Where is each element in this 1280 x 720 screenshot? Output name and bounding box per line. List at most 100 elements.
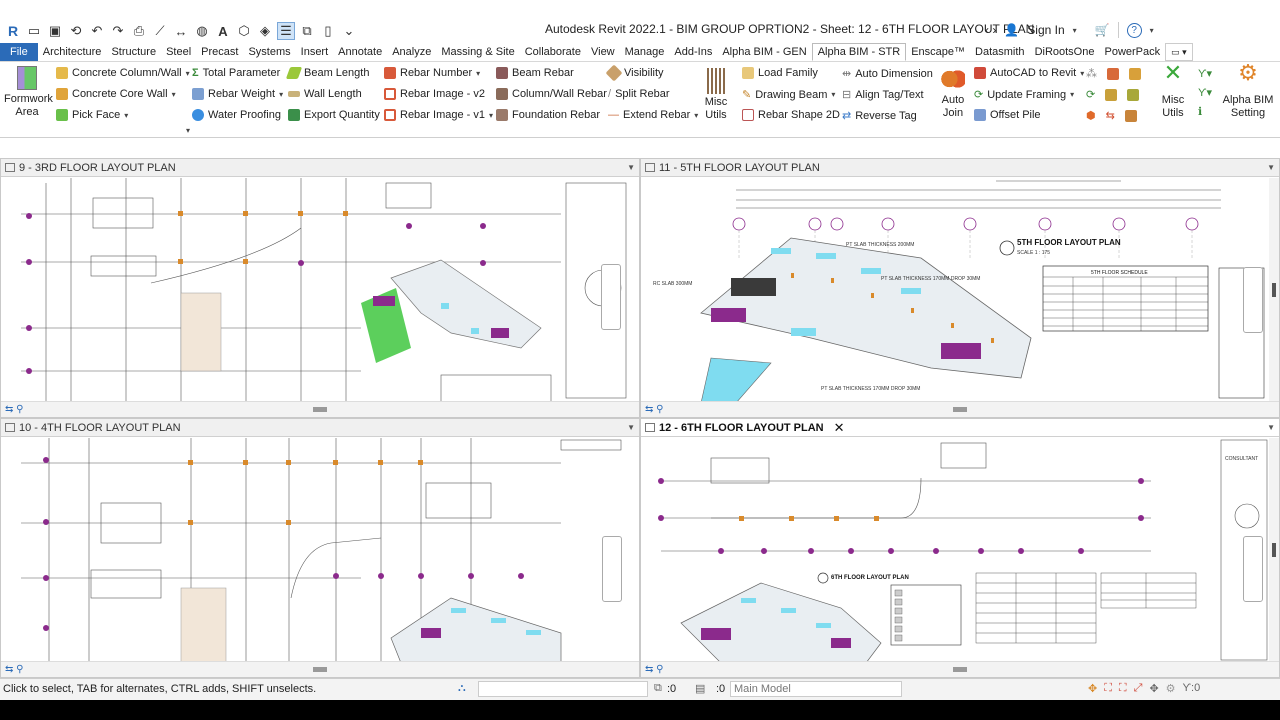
select-links-icon[interactable]: ✥ xyxy=(1088,682,1097,695)
view-control-icon[interactable]: ⇆ ⚲ xyxy=(5,664,23,675)
view-tab-5th-floor[interactable]: 11 - 5TH FLOOR LAYOUT PLAN ▼ xyxy=(641,159,1279,177)
ribbon-options-icon[interactable]: ▭ ▾ xyxy=(1165,43,1193,61)
sync-icon[interactable]: ⟲ xyxy=(67,22,85,40)
tab-alpha-bim-gen[interactable]: Alpha BIM - GEN xyxy=(717,43,811,61)
background-process-icon[interactable]: ⚙ xyxy=(1166,682,1176,695)
close-hidden-icon[interactable]: ▯ xyxy=(319,22,337,40)
beam-rebar-button[interactable]: Beam Rebar xyxy=(496,67,574,79)
user-icon[interactable]: 👤 xyxy=(1004,23,1019,37)
save-icon[interactable]: ▣ xyxy=(46,22,64,40)
visibility-button[interactable]: Visibility xyxy=(605,64,664,82)
foundation-rebar-button[interactable]: Foundation Rebar xyxy=(496,109,600,121)
view-menu-icon[interactable]: ▼ xyxy=(1267,423,1275,432)
export-quantity-button[interactable]: Export Quantity xyxy=(288,109,380,121)
tab-alpha-bim-str[interactable]: Alpha BIM - STR xyxy=(811,43,907,61)
select-pinned-icon[interactable]: ⛶ xyxy=(1119,682,1127,695)
editable-only-icon[interactable]: ⧉ xyxy=(654,682,662,695)
rebar-number-button[interactable]: Rebar Number ▾ xyxy=(384,67,480,79)
autocad-to-revit-button[interactable]: AutoCAD to Revit ▾ xyxy=(974,67,1084,79)
open-icon[interactable]: ▭ xyxy=(25,22,43,40)
view-control-icon[interactable]: ⇆ ⚲ xyxy=(645,664,663,675)
drawing-canvas-5th[interactable]: 5TH FLOOR LAYOUT PLAN SCALE 1 : 175 PT S… xyxy=(641,178,1279,404)
drawing-canvas-6th[interactable]: 6TH FLOOR LAYOUT PLAN CONSULTANT xyxy=(641,438,1279,664)
tab-powerpack[interactable]: PowerPack xyxy=(1099,43,1165,61)
viewport-3rd-floor[interactable]: 9 - 3RD FLOOR LAYOUT PLAN ▼ ⇆ ⚲ xyxy=(0,158,640,418)
vertical-scroll-thumb[interactable] xyxy=(1272,543,1276,557)
split-rebar-button[interactable]: / Split Rebar xyxy=(608,88,669,100)
filter-icon[interactable]: ϒ:0 xyxy=(1183,682,1201,695)
tool-d-icon[interactable]: ⟳ xyxy=(1086,88,1095,101)
offset-pile-button[interactable]: Offset Pile xyxy=(974,109,1041,121)
redo-icon[interactable]: ↷ xyxy=(109,22,127,40)
undo-icon[interactable]: ↶ xyxy=(88,22,106,40)
view-menu-icon[interactable]: ▼ xyxy=(627,423,635,432)
close-view-icon[interactable]: ✕ xyxy=(834,420,845,436)
tab-structure[interactable]: Structure xyxy=(106,43,161,61)
extend-rebar-button[interactable]: — Extend Rebar ▾ xyxy=(608,109,698,121)
misc-utils-button[interactable]: Misc Utils xyxy=(702,68,730,122)
tab-architecture[interactable]: Architecture xyxy=(38,43,107,61)
horizontal-scroll-thumb[interactable] xyxy=(953,667,967,672)
help-icon[interactable]: ? xyxy=(1126,22,1142,38)
section-icon[interactable]: ◈ xyxy=(256,22,274,40)
tool-h-icon[interactable]: ⇆ xyxy=(1106,109,1115,122)
tool-i-icon[interactable] xyxy=(1124,109,1137,122)
tab-enscape[interactable]: Enscape™ xyxy=(906,43,970,61)
rebar-weight-button[interactable]: Rebar Weight ▾ xyxy=(192,88,283,100)
tab-manage[interactable]: Manage xyxy=(620,43,670,61)
viewport-4th-floor[interactable]: 10 - 4TH FLOOR LAYOUT PLAN ▼ ⇆ ⚲ xyxy=(0,418,640,678)
formwork-area-button[interactable]: Formwork Area xyxy=(4,66,53,119)
text-icon[interactable]: A xyxy=(214,22,232,40)
horizontal-scroll-thumb[interactable] xyxy=(313,407,327,412)
tool-e-icon[interactable] xyxy=(1105,88,1118,101)
rebar-shape-2d-button[interactable]: Rebar Shape 2D xyxy=(742,109,840,121)
viewport-5th-floor[interactable]: 11 - 5TH FLOOR LAYOUT PLAN ▼ 5TH FLOOR L… xyxy=(640,158,1280,418)
tool-c-icon[interactable] xyxy=(1129,67,1141,80)
view-control-icon[interactable]: ⇆ ⚲ xyxy=(645,404,663,415)
tab-dirootsone[interactable]: DiRootsOne xyxy=(1030,43,1100,61)
view-tab-4th-floor[interactable]: 10 - 4TH FLOOR LAYOUT PLAN ▼ xyxy=(1,419,639,437)
3d-view-icon[interactable]: ⬡ xyxy=(235,22,253,40)
select-underlay-icon[interactable]: ⛶ xyxy=(1104,682,1112,695)
misc-utils-2-button[interactable]: ✕ Misc Utils xyxy=(1156,62,1190,120)
view-menu-icon[interactable]: ▼ xyxy=(627,163,635,172)
column-wall-rebar-button[interactable]: Column/Wall Rebar xyxy=(496,88,607,100)
view-tab-3rd-floor[interactable]: 9 - 3RD FLOOR LAYOUT PLAN ▼ xyxy=(1,159,639,177)
tab-view[interactable]: View xyxy=(586,43,620,61)
tab-analyze[interactable]: Analyze xyxy=(387,43,436,61)
design-options-icon[interactable]: ▤ xyxy=(695,682,705,695)
tool-f-icon[interactable] xyxy=(1127,88,1140,101)
customize-qat-icon[interactable]: ⌄ xyxy=(340,22,358,40)
viewport-6th-floor[interactable]: 12 - 6TH FLOOR LAYOUT PLAN ✕ ▼ 6TH FLOOR L… xyxy=(640,418,1280,678)
switch-windows-icon[interactable]: ⧉ xyxy=(298,22,316,40)
workset-select[interactable] xyxy=(478,681,648,697)
tag-icon[interactable]: ◍ xyxy=(193,22,211,40)
select-by-face-icon[interactable]: ⤢ xyxy=(1134,682,1143,695)
tab-add-ins[interactable]: Add-Ins xyxy=(669,43,717,61)
sign-in-link[interactable]: Sign In xyxy=(1027,23,1064,37)
reverse-tag-button[interactable]: ⇄ Reverse Tag xyxy=(842,109,917,123)
vertical-scroll-thumb[interactable] xyxy=(1272,283,1276,297)
drawing-canvas-3rd[interactable] xyxy=(1,178,639,404)
cart-icon[interactable]: 🛒 xyxy=(1095,23,1110,37)
tab-insert[interactable]: Insert xyxy=(296,43,334,61)
alpha-bim-setting-button[interactable]: ⚙ Alpha BIM Setting xyxy=(1222,62,1274,120)
view-tab-6th-floor[interactable]: 12 - 6TH FLOOR LAYOUT PLAN ✕ ▼ xyxy=(641,419,1279,437)
dimension-icon[interactable]: ↔ xyxy=(172,22,190,40)
panel-expand-icon[interactable]: ▾ xyxy=(186,126,190,135)
wall-length-button[interactable]: Wall Length xyxy=(288,88,362,100)
vertical-scrollbar[interactable] xyxy=(1269,438,1279,661)
pick-face-button[interactable]: Pick Face ▾ xyxy=(56,109,128,121)
horizontal-scroll-thumb[interactable] xyxy=(953,407,967,412)
infocenter-icon[interactable]: ‹ › xyxy=(985,23,996,37)
filter-a-icon[interactable]: ϒ▾ xyxy=(1198,67,1212,80)
view-menu-icon[interactable]: ▼ xyxy=(1267,163,1275,172)
workset-icon[interactable]: ⛬ xyxy=(458,682,466,695)
auto-join-button[interactable]: Auto Join xyxy=(938,68,968,120)
water-proofing-button[interactable]: Water Proofing xyxy=(192,109,281,121)
tab-massing-site[interactable]: Massing & Site xyxy=(436,43,519,61)
align-tag-text-button[interactable]: ⊟ Align Tag/Text xyxy=(842,88,924,102)
navigation-bar[interactable] xyxy=(1243,267,1263,333)
help-dropdown-icon[interactable]: ▾ xyxy=(1150,26,1154,35)
navigation-bar[interactable] xyxy=(1243,536,1263,602)
